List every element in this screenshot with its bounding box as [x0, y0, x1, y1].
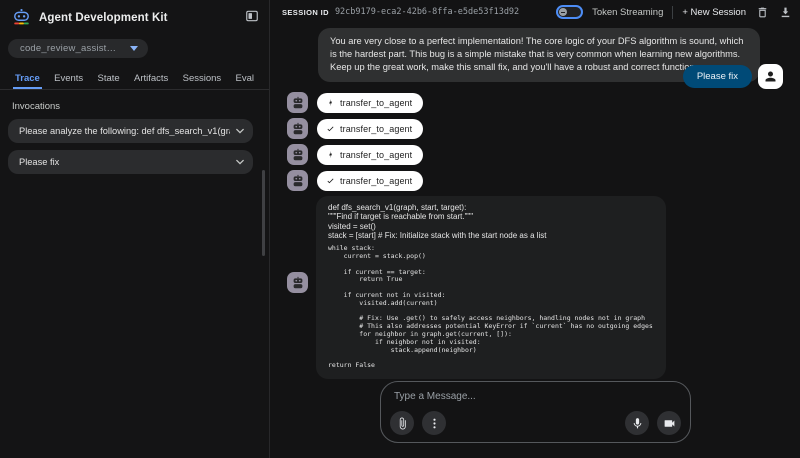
more-options-button[interactable] — [422, 411, 446, 435]
bot-code-bubble: def dfs_search_v1(graph, start, target):… — [316, 196, 666, 379]
toolbar-actions: Token Streaming + New Session — [556, 5, 792, 19]
function-call-button[interactable]: transfer_to_agent — [317, 145, 423, 165]
download-icon[interactable] — [778, 5, 792, 19]
bot-avatar — [287, 118, 308, 139]
code-intro-text: def dfs_search_v1(graph, start, target):… — [328, 203, 654, 240]
event-row: transfer_to_agent — [287, 118, 423, 139]
tab-events[interactable]: Events — [52, 73, 85, 89]
user-message-bubble: Please fix — [683, 65, 752, 88]
event-list: transfer_to_agent transfer_to_agent tran… — [287, 92, 423, 191]
bolt-icon — [326, 98, 335, 107]
agent-select-label: code_review_assist… — [20, 43, 116, 54]
token-streaming-toggle[interactable] — [556, 5, 583, 19]
bolt-icon — [326, 150, 335, 159]
invocation-label: Please analyze the following: def dfs_se… — [19, 126, 230, 136]
sidebar: Agent Development Kit code_review_assist… — [0, 0, 270, 458]
new-session-button[interactable]: + New Session — [682, 7, 746, 18]
invocation-label: Please fix — [19, 157, 230, 167]
invocation-item[interactable]: Please fix — [8, 150, 253, 174]
mic-button[interactable] — [625, 411, 649, 435]
message-input[interactable] — [394, 391, 677, 402]
attach-file-button[interactable] — [390, 411, 414, 435]
chevron-down-icon — [236, 158, 244, 166]
event-label: transfer_to_agent — [340, 98, 412, 108]
more-vert-icon — [428, 417, 441, 430]
sidebar-tabs: Trace Events State Artifacts Sessions Ev… — [0, 70, 269, 90]
user-message-row: Please fix — [683, 64, 783, 89]
event-label: transfer_to_agent — [340, 176, 412, 186]
session-toolbar: SESSION ID 92cb9179-eca2-42b6-8ffa-e5de5… — [271, 0, 800, 24]
function-response-button[interactable]: transfer_to_agent — [317, 119, 423, 139]
invocation-item[interactable]: Please analyze the following: def dfs_se… — [8, 119, 253, 143]
event-row: transfer_to_agent — [287, 144, 423, 165]
main-panel: SESSION ID 92cb9179-eca2-42b6-8ffa-e5de5… — [271, 0, 800, 458]
attach-icon — [396, 417, 409, 430]
delete-session-icon[interactable] — [755, 5, 769, 19]
adk-logo-icon — [12, 8, 31, 27]
chevron-down-icon — [130, 46, 138, 51]
event-label: transfer_to_agent — [340, 124, 412, 134]
composer-right-actions — [625, 411, 681, 435]
mic-icon — [631, 417, 644, 430]
token-streaming-label: Token Streaming — [592, 7, 663, 18]
videocam-icon — [663, 417, 676, 430]
check-icon — [326, 176, 335, 185]
chevron-down-icon — [236, 127, 244, 135]
session-id-label: SESSION ID — [282, 8, 329, 17]
bot-avatar — [287, 170, 308, 191]
event-row: transfer_to_agent — [287, 92, 423, 113]
tab-state[interactable]: State — [96, 73, 122, 89]
bot-avatar — [287, 92, 308, 113]
event-label: transfer_to_agent — [340, 150, 412, 160]
app-title: Agent Development Kit — [39, 12, 168, 24]
bot-code-message-row: def dfs_search_v1(graph, start, target):… — [287, 196, 666, 379]
toolbar-divider — [672, 6, 673, 19]
session-id-value: 92cb9179-eca2-42b6-8ffa-e5de53f13d92 — [335, 7, 519, 17]
bot-avatar — [287, 144, 308, 165]
event-row: transfer_to_agent — [287, 170, 423, 191]
check-icon — [326, 124, 335, 133]
sidebar-header: Agent Development Kit — [0, 0, 269, 33]
invocations-heading: Invocations — [12, 101, 269, 112]
composer-left-actions — [390, 411, 446, 435]
user-avatar — [758, 64, 783, 89]
bot-avatar — [287, 272, 308, 293]
code-block: while stack: current = stack.pop() if cu… — [328, 245, 654, 370]
function-call-button[interactable]: transfer_to_agent — [317, 93, 423, 113]
tab-trace[interactable]: Trace — [13, 73, 42, 89]
agent-select-dropdown[interactable]: code_review_assist… — [8, 39, 148, 58]
tab-sessions[interactable]: Sessions — [181, 73, 224, 89]
collapse-panel-icon[interactable] — [245, 9, 259, 23]
tab-eval[interactable]: Eval — [234, 73, 256, 89]
toggle-thumb — [559, 8, 567, 16]
function-response-button[interactable]: transfer_to_agent — [317, 171, 423, 191]
videocam-button[interactable] — [657, 411, 681, 435]
sidebar-scrollbar[interactable] — [262, 170, 265, 256]
message-composer — [380, 381, 691, 443]
tab-artifacts[interactable]: Artifacts — [132, 73, 170, 89]
